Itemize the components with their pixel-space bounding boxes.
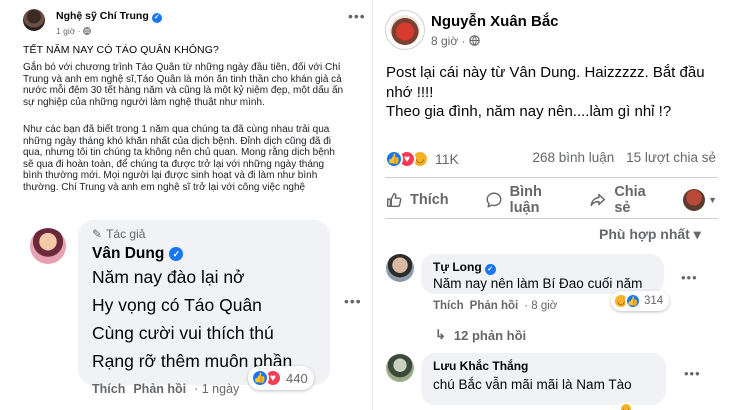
xuan-bac-post: Nguyễn Xuân Bắc 8 giờ · Post lại cái này…: [372, 0, 730, 250]
thumbs-up-icon: [385, 191, 403, 209]
post-time[interactable]: 1 giờ ·: [56, 26, 83, 36]
author-name[interactable]: Vân Dung: [92, 245, 164, 262]
chi-trung-post: Nghệ sỹ Chí Trung ✓ 1 giờ · ••• TẾT NĂM N…: [0, 0, 372, 232]
avatar[interactable]: [385, 10, 425, 50]
comment-footer: Thích Phản hồi · 1 ngày: [92, 382, 239, 396]
like-button[interactable]: Thích: [385, 191, 449, 209]
van-dung-comment: ✎ Tác giả Vân Dung ✓ Năm nay đào lại nở H…: [0, 214, 372, 410]
comment-button[interactable]: Bình luận: [485, 184, 554, 216]
globe-icon: [469, 35, 480, 46]
post-headline: TẾT NĂM NAY CÓ TÁO QUÂN KHÔNG?: [23, 44, 219, 56]
like-reaction-icon: 👍: [251, 369, 269, 387]
comment-line: Cùng cười vui thích thú: [92, 323, 274, 343]
reaction-count: 440: [286, 370, 308, 386]
reaction-count: 314: [644, 295, 664, 307]
more-options-icon[interactable]: •••: [344, 293, 362, 309]
reply-link[interactable]: Phản hồi: [470, 300, 519, 312]
reaction-summary[interactable]: 👍 ♥ ◡ 11K: [385, 149, 459, 169]
comment-bubble: Tự Long ✓ Năm nay nên làm Bí Đao cuối năm: [421, 254, 664, 294]
reaction-as-selector[interactable]: ▼: [683, 189, 717, 211]
like-reaction-icon: 👍: [385, 150, 403, 168]
author-badge: ✎ Tác giả: [92, 227, 145, 241]
more-options-icon[interactable]: •••: [348, 8, 366, 24]
share-button[interactable]: Chia sẻ: [589, 184, 647, 216]
verified-icon: ✓: [484, 264, 496, 275]
post-text: Post lại cái này từ Vân Dung. Haizzzzz. …: [386, 64, 705, 101]
comment-line: Hy vọng có Táo Quân: [92, 295, 262, 315]
like-link[interactable]: Thích: [433, 300, 464, 312]
post-author[interactable]: Nghệ sỹ Chí Trung ✓: [56, 10, 162, 23]
chevron-down-icon: ▼: [708, 195, 717, 205]
comment-icon: [485, 191, 503, 209]
author-name[interactable]: Nghệ sỹ Chí Trung: [56, 10, 149, 22]
post-actions: Thích Bình luận Chia sẻ ▼: [385, 184, 717, 216]
divider: [385, 177, 718, 178]
comment-author[interactable]: Lưu Khắc Thắng: [433, 359, 528, 373]
more-options-icon[interactable]: •••: [681, 270, 698, 285]
comment-author[interactable]: Tự Long ✓: [433, 260, 496, 275]
post-meta: 1 giờ ·: [56, 26, 91, 36]
post-meta: 8 giờ ·: [431, 34, 480, 48]
post-paragraph: Gắn bó với chương trình Táo Quân từ nhữn…: [23, 62, 344, 108]
reply-link[interactable]: Phản hồi: [133, 382, 186, 396]
author-name[interactable]: Tự Long: [433, 260, 482, 274]
comments-list: Tự Long ✓ Năm nay nên làm Bí Đao cuối năm…: [372, 250, 730, 410]
post-stats: 268 bình luận 15 lượt chia sẻ: [524, 150, 716, 165]
globe-icon: [83, 27, 91, 35]
post-time[interactable]: 8 giờ ·: [431, 34, 469, 48]
shares-count[interactable]: 15 lượt chia sẻ: [626, 150, 716, 165]
comment-time[interactable]: · 8 giờ: [524, 300, 557, 312]
comment-footer: Thích Phản hồi · 8 giờ: [433, 300, 557, 312]
avatar[interactable]: [386, 254, 414, 282]
comment-text: Năm nay nên làm Bí Đao cuối năm: [433, 276, 643, 291]
comment-reactions[interactable]: ◡ 👍 314: [611, 291, 670, 311]
comment-author[interactable]: Vân Dung ✓: [92, 245, 184, 263]
comment-line: Năm nay đào lại nở: [92, 267, 245, 287]
like-label: Thích: [410, 192, 449, 208]
pencil-icon: ✎: [92, 227, 103, 241]
divider: [385, 218, 718, 219]
post-author[interactable]: Nguyễn Xuân Bắc: [431, 13, 559, 30]
verified-icon: ✓: [151, 13, 162, 23]
comment-sort-dropdown[interactable]: Phù hợp nhất ▾: [599, 226, 701, 243]
comment-reactions[interactable]: ◡: [619, 398, 640, 410]
avatar: [683, 189, 706, 211]
share-label: Chia sẻ: [614, 184, 646, 216]
comment-text: chú Bắc vẫn mãi mãi là Nam Tào: [433, 377, 632, 392]
replies-count: 12 phản hồi: [453, 327, 527, 343]
reaction-count[interactable]: 11K: [435, 151, 459, 167]
verified-icon: ✓: [169, 247, 184, 261]
haha-reaction-icon: ◡: [619, 401, 633, 410]
comment-reactions[interactable]: 👍 ♥ 440: [248, 366, 314, 390]
like-link[interactable]: Thích: [92, 382, 125, 396]
comments-count[interactable]: 268 bình luận: [532, 150, 614, 165]
comment-time[interactable]: · 1 ngày: [194, 382, 239, 396]
more-options-icon[interactable]: •••: [684, 366, 701, 381]
post-text: Theo gia đình, năm nay nên....làm gì nhỉ…: [386, 103, 672, 120]
comment-label: Bình luận: [509, 184, 542, 216]
view-replies-link[interactable]: ↳ 12 phản hồi: [435, 327, 526, 343]
avatar[interactable]: [30, 228, 66, 264]
like-reaction-icon: 👍: [625, 293, 641, 309]
author-badge-label: Tác giả: [106, 227, 146, 241]
share-icon: [589, 191, 607, 209]
comment-bubble: ✎ Tác giả Vân Dung ✓ Năm nay đào lại nở H…: [78, 220, 330, 385]
avatar[interactable]: [23, 9, 45, 31]
reply-arrow-icon: ↳: [435, 327, 446, 342]
post-paragraph: Như các bạn đã biết trong 1 năm qua chún…: [23, 124, 335, 193]
avatar[interactable]: [386, 354, 414, 382]
